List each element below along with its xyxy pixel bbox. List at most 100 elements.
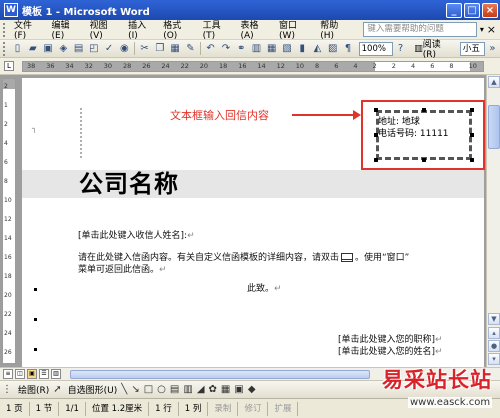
oval-icon[interactable]: ○ [157,384,166,395]
select-objects-icon[interactable]: ➚ [53,384,61,395]
research-icon[interactable]: ◉ [118,42,131,56]
spelling-icon[interactable]: ✓ [102,42,115,56]
menu-insert[interactable]: 插入(I) [124,18,159,41]
resize-handle[interactable] [422,158,426,162]
rectangle-icon[interactable]: □ [144,384,153,395]
menu-window[interactable]: 窗口(W) [275,18,316,41]
read-button[interactable]: ▥ 阅读(R) [412,37,454,60]
clipart-icon[interactable]: ▦ [221,384,230,395]
horizontal-scroll-thumb[interactable] [70,370,370,379]
open-icon[interactable]: ▰ [26,42,39,56]
web-layout-icon[interactable]: ◫ [15,369,25,379]
menu-grip[interactable] [3,22,7,37]
menu-view[interactable]: 视图(V) [86,18,125,41]
paste-icon[interactable]: ▦ [169,42,182,56]
permission-icon[interactable]: ◈ [57,42,70,56]
body-line-2[interactable]: 菜单可返回此信函。↵ [78,262,167,275]
name-placeholder[interactable]: [单击此处键入您的姓名]↵ [338,344,443,357]
status-extend[interactable]: 扩展 [268,401,299,416]
columns-icon[interactable]: ▮ [296,42,309,56]
normal-view-icon[interactable]: ≡ [3,369,13,379]
vertical-textbox-icon[interactable]: ▥ [183,384,192,395]
textbox-phone[interactable]: 电话号码: 11111 [378,126,449,139]
name-placeholder-text: [单击此处键入您的姓名] [338,347,436,357]
select-browse-object-icon[interactable]: ● [488,340,500,352]
autoshapes-button[interactable]: 自选图形(U) [68,383,118,396]
menu-file[interactable]: 文件(F) [10,18,48,41]
resize-handle[interactable] [374,108,378,112]
resize-handle[interactable] [374,158,378,162]
zoom-select[interactable]: 100% [358,41,393,56]
resize-handle[interactable] [470,108,474,112]
format-painter-icon[interactable]: ✎ [184,42,197,56]
previous-page-icon[interactable]: ▴ [488,327,500,339]
cut-icon[interactable]: ✂ [138,42,151,56]
draw-menu-button[interactable]: 绘图(R) [18,383,49,396]
vertical-scroll-thumb[interactable] [488,105,500,149]
status-track-changes[interactable]: 修订 [238,401,269,416]
textbox-icon[interactable]: ▤ [170,384,179,395]
scroll-up-icon[interactable]: ▲ [488,76,500,88]
menu-table[interactable]: 表格(A) [237,18,276,41]
help-search-input[interactable]: 键入需要帮助的问题 [363,22,477,37]
body-line-2-text: 菜单可返回此信函。 [78,265,160,275]
toolbar-separator [134,42,135,55]
insert-excel-icon[interactable]: ▧ [280,42,293,56]
vertical-scrollbar[interactable]: ▲ ▼ ▴ ● ▾ [486,75,500,367]
vertical-ruler[interactable]: 2 1 2 4 6 8 10 12 14 16 18 20 22 24 26 [2,78,16,364]
reading-layout-icon[interactable]: ▥ [51,369,61,379]
help-icon[interactable]: ? [394,42,407,56]
diagram-icon[interactable]: ✿ [209,384,217,395]
arrow-icon[interactable]: ↘ [131,384,139,395]
menu-tools[interactable]: 工具(T) [199,18,237,41]
maximize-button[interactable]: □ [464,2,480,18]
resize-handle[interactable] [422,108,426,112]
line-icon[interactable]: ╲ [121,384,127,395]
font-size-select[interactable]: 小五 [459,41,485,56]
envelope-icon[interactable] [341,253,354,262]
toolbar-separator [200,42,201,55]
vruler-tick: 6 [4,159,8,166]
menu-help[interactable]: 帮助(H) [316,18,355,41]
print-icon[interactable]: ▤ [72,42,85,56]
show-hide-icon[interactable]: ¶ [341,42,354,56]
minimize-button[interactable]: _ [446,2,462,18]
toolbar-grip[interactable] [3,41,7,56]
toolbar-options-icon[interactable]: » [486,42,499,56]
print-preview-icon[interactable]: ◰ [87,42,100,56]
hyperlink-icon[interactable]: ⚭ [235,42,248,56]
drawing-icon[interactable]: ◭ [311,42,324,56]
undo-icon[interactable]: ↶ [204,42,217,56]
new-icon[interactable]: ▯ [11,42,24,56]
tables-icon[interactable]: ▥ [250,42,263,56]
print-layout-icon[interactable]: ▣ [27,369,37,379]
word-app-icon[interactable]: W [4,3,18,17]
status-record[interactable]: 录制 [208,401,239,416]
document-map-icon[interactable]: ▨ [326,42,339,56]
fill-color-icon[interactable]: ◆ [248,384,256,395]
insert-table-icon[interactable]: ▦ [265,42,278,56]
wordart-icon[interactable]: ◢ [197,384,205,395]
resize-handle[interactable] [470,133,474,137]
resize-handle[interactable] [470,158,474,162]
close-button[interactable]: × [482,2,498,18]
closing-text[interactable]: 此致。↵ [247,281,282,294]
tab-selector[interactable]: L [4,61,14,71]
redo-icon[interactable]: ↷ [219,42,232,56]
company-name[interactable]: 公司名称 [79,164,179,199]
scroll-down-icon[interactable]: ▼ [488,313,500,325]
picture-icon[interactable]: ▣ [234,384,243,395]
horizontal-ruler[interactable]: 38 36 34 32 30 28 26 24 22 20 18 16 14 12 10 8 6 4 2 2 4 6 8 10 [22,61,484,72]
save-icon[interactable]: ▣ [41,42,54,56]
menu-format[interactable]: 格式(O) [159,18,198,41]
copy-icon[interactable]: ❐ [153,42,166,56]
ruler-tick: 6 [334,62,339,70]
toolbar-grip[interactable]: ⋮ [2,384,12,395]
help-dropdown-icon[interactable]: ▾ [477,22,487,37]
outline-view-icon[interactable]: ☰ [39,369,49,379]
vruler-tick: 14 [4,235,12,242]
menu-edit[interactable]: 编辑(E) [48,18,86,41]
vruler-tick: 20 [4,292,12,299]
recipient-placeholder[interactable]: [单击此处键入收信人姓名]:↵ [78,228,195,241]
document-close-icon[interactable]: × [487,23,496,36]
